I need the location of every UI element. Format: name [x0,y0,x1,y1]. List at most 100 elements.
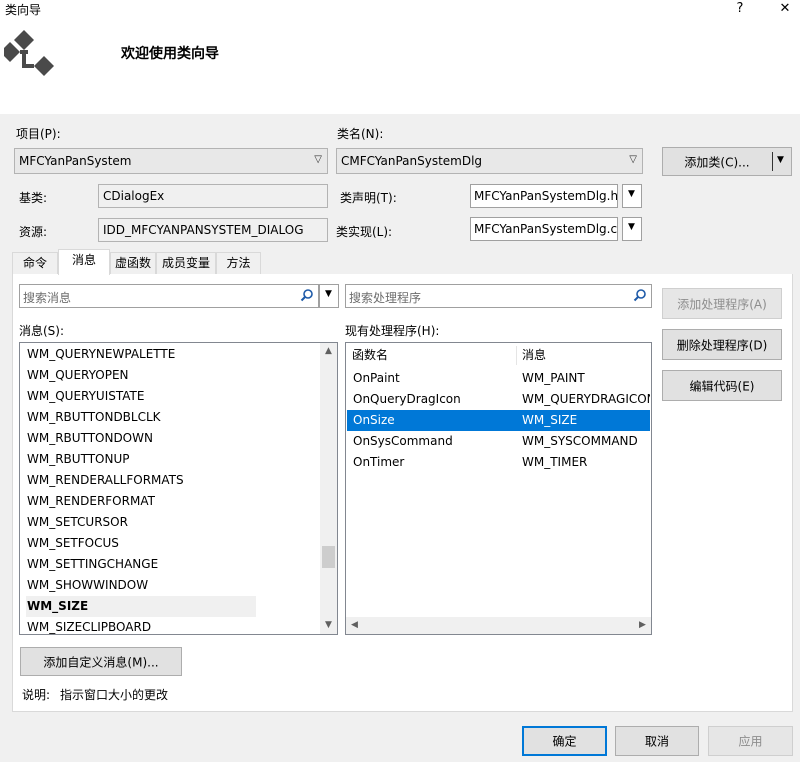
chevron-down-icon: ▽ [314,154,322,165]
function-name-cell: OnTimer [353,455,405,469]
delete-handler-button[interactable]: 删除处理程序(D) [662,329,782,360]
list-item[interactable]: WM_RENDERALLFORMATS [26,470,256,491]
add-handler-button[interactable]: 添加处理程序(A) [662,288,782,319]
chevron-down-icon: ▽ [629,154,637,165]
tab-messages[interactable]: 消息 [58,249,110,275]
base-class-value: CDialogEx [103,189,165,203]
scroll-down-icon[interactable]: ▼ [320,617,337,634]
classname-label: 类名(N): [337,127,384,141]
handlers-label: 现有处理程序(H): [345,324,440,338]
function-name-cell: OnQueryDragIcon [353,392,461,406]
list-item[interactable]: WM_RBUTTONUP [26,449,256,470]
scroll-right-icon[interactable]: ▶ [634,617,651,634]
chevron-down-icon: ▼ [628,222,635,232]
search-messages-input[interactable]: 搜索消息 [19,284,319,308]
table-row[interactable]: OnPaint WM_PAINT [347,368,650,389]
resource-value: IDD_MFCYANPANSYSTEM_DIALOG [103,223,304,237]
tab-commands[interactable]: 命令 [12,252,58,274]
list-item[interactable]: WM_RBUTTONDOWN [26,428,256,449]
split-divider [772,152,773,171]
list-item[interactable]: WM_SHOWWINDOW [26,575,256,596]
table-row[interactable]: OnTimer WM_TIMER [347,452,650,473]
list-item[interactable]: WM_RBUTTONDBLCLK [26,407,256,428]
message-cell: WM_SIZE [522,413,578,427]
edit-code-label: 编辑代码(E) [689,379,755,393]
list-item[interactable]: WM_SIZE [26,596,256,617]
project-label: 项目(P): [16,127,61,141]
list-item[interactable]: WM_SETFOCUS [26,533,256,554]
search-messages-placeholder: 搜索消息 [23,291,72,305]
add-custom-message-label: 添加自定义消息(M)... [43,655,159,669]
apply-button[interactable]: 应用 [708,726,793,756]
handlers-list[interactable]: 函数名 消息 OnPaint WM_PAINT OnQueryDragIcon WM_… [345,342,652,635]
list-item[interactable]: WM_QUERYUISTATE [26,386,256,407]
add-custom-message-button[interactable]: 添加自定义消息(M)... [20,647,182,676]
tab-virtual-functions[interactable]: 虚函数 [110,252,156,274]
message-cell: WM_TIMER [522,455,588,469]
add-handler-label: 添加处理程序(A) [677,297,767,311]
class-decl-dropdown-button[interactable]: ▼ [622,184,642,208]
delete-handler-label: 删除处理程序(D) [676,338,768,352]
class-impl-value: MFCYanPanSystemDlg.cpp [474,222,618,236]
search-icon[interactable] [633,288,647,305]
class-decl-field[interactable]: MFCYanPanSystemDlg.h [470,184,618,208]
list-item[interactable]: WM_SETTINGCHANGE [26,554,256,575]
project-combo[interactable]: MFCYanPanSystem ▽ [14,148,328,174]
list-item[interactable]: WM_SETCURSOR [26,512,256,533]
search-messages-dropdown-button[interactable]: ▼ [319,284,339,308]
scroll-left-icon[interactable]: ◀ [346,617,363,634]
column-header-function[interactable]: 函数名 [346,343,516,368]
search-handlers-input[interactable]: 搜索处理程序 [345,284,652,308]
window-title: 类向导 [5,3,42,17]
list-item[interactable]: WM_QUERYNEWPALETTE [26,344,256,365]
help-button[interactable]: ? [728,0,752,20]
resource-field: IDD_MFCYANPANSYSTEM_DIALOG [98,218,328,242]
table-row[interactable]: OnSize WM_SIZE [347,410,650,431]
function-name-cell: OnSysCommand [353,434,453,448]
scrollbar-thumb[interactable] [322,546,335,568]
tab-member-variables[interactable]: 成员变量 [156,252,216,274]
list-item[interactable]: WM_RENDERFORMAT [26,491,256,512]
class-impl-dropdown-button[interactable]: ▼ [622,217,642,241]
chevron-down-icon: ▼ [628,189,635,199]
search-icon[interactable] [300,288,314,305]
split-dropdown-icon[interactable]: ▼ [777,155,784,165]
tab-methods[interactable]: 方法 [216,252,261,274]
banner-title: 欢迎使用类向导 [121,46,219,62]
messages-scrollbar[interactable]: ▲ ▼ [320,343,337,634]
list-item[interactable]: WM_QUERYOPEN [26,365,256,386]
messages-label: 消息(S): [19,324,65,338]
messages-list[interactable]: WM_QUERYNEWPALETTE WM_QUERYOPEN WM_QUERYUI… [19,342,338,635]
list-item[interactable]: WM_SIZECLIPBOARD [26,617,256,634]
classname-combo[interactable]: CMFCYanPanSystemDlg ▽ [336,148,643,174]
function-name-cell: OnPaint [353,371,400,385]
cancel-button[interactable]: 取消 [615,726,699,756]
message-cell: WM_SYSCOMMAND [522,434,638,448]
class-impl-field[interactable]: MFCYanPanSystemDlg.cpp [470,217,618,241]
handlers-hscrollbar[interactable]: ◀ ▶ [346,617,651,634]
project-value: MFCYanPanSystem [19,154,132,168]
column-header-message[interactable]: 消息 [516,343,651,368]
close-button[interactable]: ✕ [773,0,797,20]
chevron-down-icon: ▼ [325,289,332,299]
table-row[interactable]: OnQueryDragIcon WM_QUERYDRAGICON [347,389,650,410]
base-class-field: CDialogEx [98,184,328,208]
cancel-label: 取消 [644,734,669,749]
class-decl-value: MFCYanPanSystemDlg.h [474,189,618,203]
function-name-cell: OnSize [353,413,395,427]
classname-value: CMFCYanPanSystemDlg [341,154,483,168]
resource-label: 资源: [19,225,48,239]
class-impl-label: 类实现(L): [336,225,393,239]
add-class-button[interactable]: 添加类(C)... ▼ [662,147,792,176]
ok-label: 确定 [552,734,577,749]
description-text: 指示窗口大小的更改 [60,688,169,702]
description-label: 说明: [22,688,51,702]
class-wizard-icon [0,28,58,82]
message-cell: WM_PAINT [522,371,585,385]
search-handlers-placeholder: 搜索处理程序 [349,291,422,305]
scroll-up-icon[interactable]: ▲ [320,343,337,360]
base-class-label: 基类: [19,191,48,205]
table-row[interactable]: OnSysCommand WM_SYSCOMMAND [347,431,650,452]
ok-button[interactable]: 确定 [522,726,607,756]
edit-code-button[interactable]: 编辑代码(E) [662,370,782,401]
